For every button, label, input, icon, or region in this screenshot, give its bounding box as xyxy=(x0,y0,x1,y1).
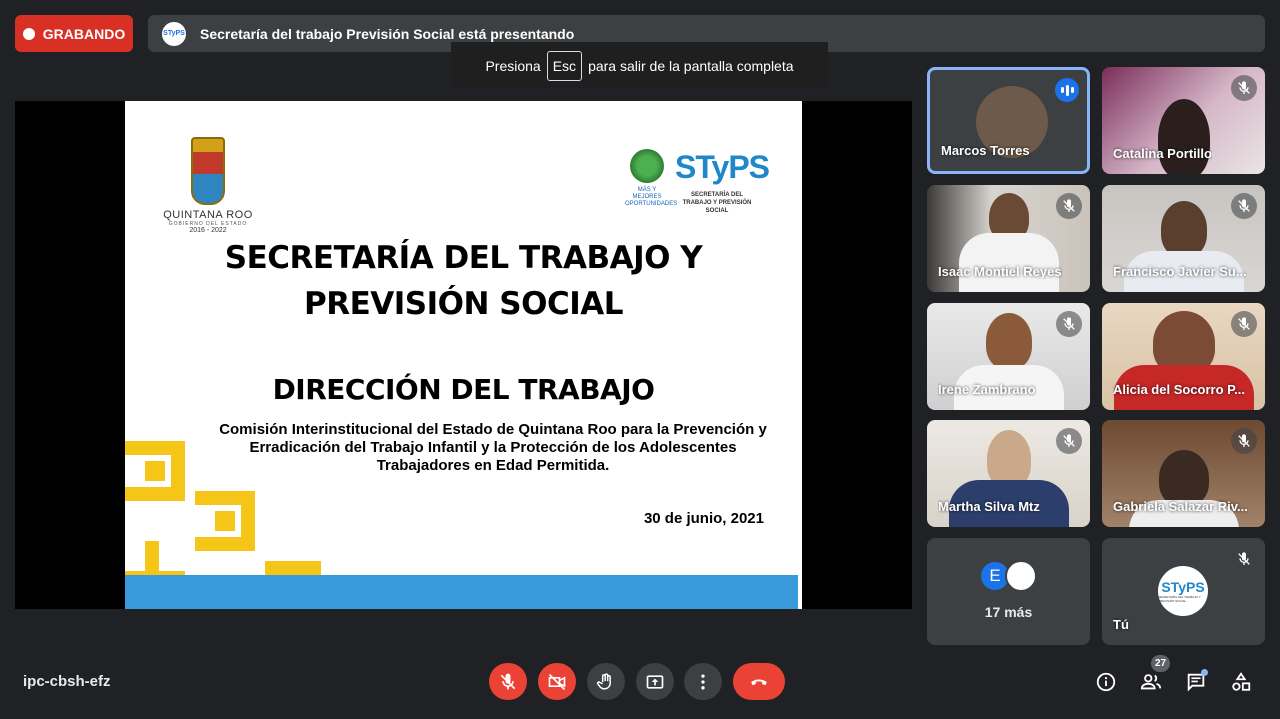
more-label: 17 más xyxy=(984,604,1033,620)
self-logo-sub: SECRETARÍA DEL TRABAJO Y PREVISIÓN SOCIA… xyxy=(1158,595,1201,603)
presentation-stage: QUINTANA ROO GOBIERNO DEL ESTADO 2016 - … xyxy=(15,101,912,609)
toast-before: Presiona xyxy=(485,57,541,74)
styps-logo: MÁS Y MEJORES OPORTUNIDADES STyPS SECRET… xyxy=(625,149,770,215)
gov-years: 2016 - 2022 xyxy=(189,227,227,234)
participant-count-badge: 27 xyxy=(1151,655,1171,672)
participant-name: Francisco Javier Su... xyxy=(1113,264,1247,279)
fullscreen-toast: Presiona Esc para salir de la pantalla c… xyxy=(451,42,828,89)
slide-subtitle: DIRECCIÓN DEL TRABAJO xyxy=(272,373,655,406)
slide-title-line1: SECRETARÍA DEL TRABAJO Y xyxy=(224,240,703,276)
participant-tile[interactable]: Francisco Javier Su... xyxy=(1102,185,1265,292)
video-feed xyxy=(1158,450,1209,506)
raise-hand-button[interactable] xyxy=(587,663,625,700)
slide-title-line2: PREVISIÓN SOCIAL xyxy=(304,286,623,322)
participant-name: Gabriela Salazar Riv... xyxy=(1113,499,1248,514)
people-button[interactable] xyxy=(1137,668,1165,696)
government-logo: QUINTANA ROO GOBIERNO DEL ESTADO 2016 - … xyxy=(153,137,263,234)
participant-tile[interactable]: Alicia del Socorro P... xyxy=(1102,303,1265,410)
styps-word: STyPS xyxy=(675,149,770,185)
participant-tile[interactable]: Marcos Torres xyxy=(927,67,1090,174)
activities-icon xyxy=(1232,672,1251,691)
participant-tile[interactable]: Catalina Portillo xyxy=(1102,67,1265,174)
participant-tile[interactable]: Isaac Montiel Reyes xyxy=(927,185,1090,292)
presenter-avatar: STyPS xyxy=(162,21,186,46)
slide-date: 30 de junio, 2021 xyxy=(643,510,764,527)
self-tile[interactable]: STyPS SECRETARÍA DEL TRABAJO Y PREVISIÓN… xyxy=(1102,538,1265,645)
self-avatar: STyPS SECRETARÍA DEL TRABAJO Y PREVISIÓN… xyxy=(1158,566,1208,616)
self-logo-text: STyPS xyxy=(1161,579,1205,595)
more-options-icon xyxy=(701,674,705,689)
activities-button[interactable] xyxy=(1227,668,1255,696)
info-icon xyxy=(1096,672,1116,692)
toast-after: para salir de la pantalla completa xyxy=(588,57,794,74)
raise-hand-icon xyxy=(596,672,611,689)
participant-name: Alicia del Socorro P... xyxy=(1113,382,1245,397)
mic-off-icon xyxy=(1231,428,1257,454)
present-button[interactable] xyxy=(636,663,674,700)
slide-blue-band xyxy=(125,575,798,609)
self-label: Tú xyxy=(1113,617,1129,632)
participant-name: Irene Zambrano xyxy=(938,382,1036,397)
hang-up-button[interactable] xyxy=(733,663,785,700)
participant-tile[interactable]: Martha Silva Mtz xyxy=(927,420,1090,527)
participant-tile[interactable]: Gabriela Salazar Riv... xyxy=(1102,420,1265,527)
esc-key: Esc xyxy=(546,50,583,81)
recording-badge[interactable]: GRABANDO xyxy=(15,15,133,52)
tree-logo-icon: MÁS Y MEJORES OPORTUNIDADES xyxy=(625,149,678,215)
video-feed xyxy=(1160,201,1207,257)
video-feed xyxy=(1157,99,1210,174)
presenting-text: Secretaría del trabajo Previsión Social … xyxy=(200,25,575,42)
shirt xyxy=(958,233,1059,292)
recording-dot-icon xyxy=(22,27,35,40)
more-avatars: E xyxy=(979,560,1037,592)
mic-off-icon xyxy=(1056,311,1082,337)
mic-off-icon xyxy=(1056,193,1082,219)
camera-toggle-button[interactable] xyxy=(538,663,576,700)
meeting-info-button[interactable] xyxy=(1092,668,1120,696)
slide-title: SECRETARÍA DEL TRABAJO Y PREVISIÓN SOCIA… xyxy=(125,235,802,327)
participant-name: Marcos Torres xyxy=(941,143,1030,158)
participant-name: Catalina Portillo xyxy=(1113,146,1212,161)
recording-label: GRABANDO xyxy=(42,25,126,42)
styps-sub: SECRETARÍA DEL TRABAJO Y PREVISIÓN SOCIA… xyxy=(682,192,752,214)
slide: QUINTANA ROO GOBIERNO DEL ESTADO 2016 - … xyxy=(125,101,802,609)
mic-off-icon xyxy=(1231,311,1257,337)
mic-toggle-button[interactable] xyxy=(489,663,527,700)
participant-tile[interactable]: Irene Zambrano xyxy=(927,303,1090,410)
avatar xyxy=(1005,560,1037,592)
participant-name: Martha Silva Mtz xyxy=(938,499,1040,514)
participant-name: Isaac Montiel Reyes xyxy=(938,264,1062,279)
camera-off-icon xyxy=(548,673,566,690)
meeting-code: ipc-cbsh-efz xyxy=(23,673,111,690)
mic-off-icon xyxy=(1056,428,1082,454)
chat-unread-dot xyxy=(1201,669,1208,676)
hang-up-icon xyxy=(751,679,767,685)
more-participants-tile[interactable]: E 17 más xyxy=(927,538,1090,645)
mic-off-icon xyxy=(1231,546,1257,572)
people-icon xyxy=(1140,674,1162,690)
more-options-button[interactable] xyxy=(684,663,722,700)
mic-off-icon xyxy=(1231,193,1257,219)
coat-of-arms-icon xyxy=(191,137,225,205)
mic-off-icon xyxy=(1231,75,1257,101)
speaking-indicator-icon xyxy=(1055,78,1079,102)
gov-name: QUINTANA ROO xyxy=(163,209,253,221)
mic-off-icon xyxy=(500,673,516,689)
video-feed xyxy=(985,313,1032,369)
tree-text: MÁS Y MEJORES OPORTUNIDADES xyxy=(625,187,678,207)
present-icon xyxy=(646,674,664,689)
